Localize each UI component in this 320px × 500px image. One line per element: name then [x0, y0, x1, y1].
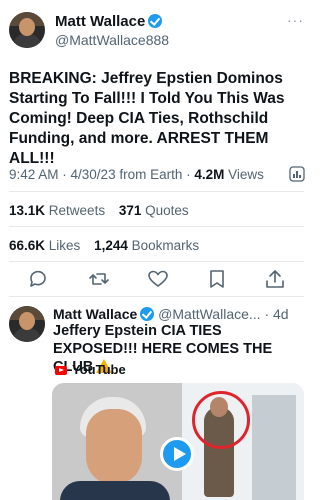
author-name[interactable]: Matt Wallace: [55, 13, 145, 30]
quotes-label[interactable]: Quotes: [145, 203, 189, 218]
quoted-header: Matt Wallace @MattWallace... · 4d: [53, 306, 289, 322]
author-name-row[interactable]: Matt Wallace: [55, 13, 163, 30]
action-bar: [9, 268, 304, 290]
divider: [9, 296, 304, 297]
youtube-label: YouTube: [72, 362, 126, 377]
divider: [9, 261, 304, 262]
likes-label[interactable]: Likes: [49, 238, 81, 253]
quoted-author-avatar[interactable]: [9, 306, 45, 342]
retweets-count[interactable]: 13.1K: [9, 203, 45, 218]
tweet-source: from Earth: [119, 167, 183, 182]
quoted-author-handle[interactable]: @MattWallace...: [158, 306, 260, 322]
quoted-age[interactable]: 4d: [273, 306, 289, 322]
likes-count[interactable]: 66.6K: [9, 238, 45, 253]
like-icon[interactable]: [147, 268, 169, 290]
tweet-meta: 9:42 AM · 4/30/23 from Earth · 4.2M View…: [9, 167, 264, 182]
retweet-stats: 13.1K Retweets 371 Quotes: [9, 202, 189, 220]
like-stats: 66.6K Likes 1,244 Bookmarks: [9, 237, 199, 255]
tweet-header: Matt Wallace @MattWallace888 ···: [9, 10, 304, 50]
views-label: Views: [228, 167, 264, 182]
play-icon[interactable]: [160, 437, 194, 471]
verified-badge-icon: [140, 307, 155, 321]
bookmarks-count[interactable]: 1,244: [94, 238, 128, 253]
divider: [9, 226, 304, 227]
verified-badge-icon: [148, 14, 163, 28]
reply-icon[interactable]: [27, 268, 49, 290]
highlight-circle: [192, 391, 250, 449]
share-icon[interactable]: [264, 268, 286, 290]
divider: [9, 191, 304, 192]
views-analytics-icon[interactable]: [289, 166, 305, 182]
views-count: 4.2M: [194, 167, 225, 182]
more-icon[interactable]: ···: [287, 12, 304, 28]
bookmark-icon[interactable]: [206, 268, 228, 290]
author-avatar[interactable]: [9, 12, 45, 48]
retweet-icon[interactable]: [88, 268, 110, 290]
author-handle[interactable]: @MattWallace888: [55, 32, 169, 48]
tweet-date[interactable]: 4/30/23: [71, 167, 116, 182]
retweets-label[interactable]: Retweets: [49, 203, 105, 218]
quoted-author-name[interactable]: Matt Wallace: [53, 306, 137, 322]
youtube-icon: [55, 366, 67, 375]
bookmarks-label[interactable]: Bookmarks: [132, 238, 200, 253]
youtube-source[interactable]: YouTube: [55, 362, 126, 378]
video-thumbnail[interactable]: [52, 383, 304, 500]
tweet-text: BREAKING: Jeffrey Epstien Dominos Starti…: [9, 70, 285, 167]
quotes-count[interactable]: 371: [119, 203, 142, 218]
tweet-time[interactable]: 9:42 AM: [9, 167, 59, 182]
